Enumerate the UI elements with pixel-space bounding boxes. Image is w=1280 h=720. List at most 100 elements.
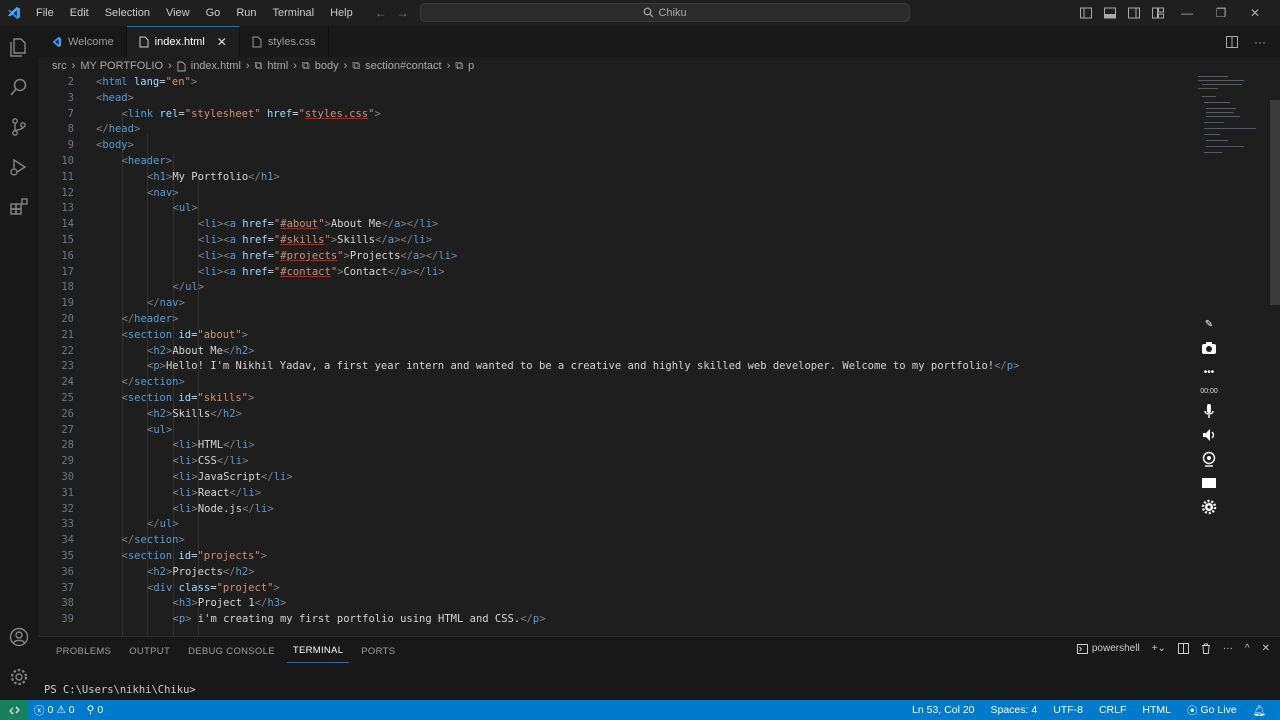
code-line[interactable]: 38 <h3>Project 1</h3>	[38, 595, 1188, 611]
code-line[interactable]: 31 <li>React</li>	[38, 485, 1188, 501]
minimize-icon[interactable]: —	[1176, 6, 1198, 20]
code-line[interactable]: 26 <h2>Skills</h2>	[38, 406, 1188, 422]
breadcrumb-item[interactable]: section#contact	[365, 60, 441, 72]
code-line[interactable]: 3 <head>	[38, 90, 1188, 106]
close-window-icon[interactable]: ✕	[1244, 6, 1266, 20]
menu-item-edit[interactable]: Edit	[62, 7, 97, 19]
more-actions-icon[interactable]: ···	[1254, 35, 1266, 49]
pen-icon[interactable]: ✎	[1200, 316, 1218, 332]
speaker-icon[interactable]	[1200, 427, 1218, 443]
line-ending[interactable]: CRLF	[1093, 703, 1132, 718]
close-panel-icon[interactable]: ✕	[1262, 643, 1270, 654]
code-line[interactable]: 27 <ul>	[38, 422, 1188, 438]
breadcrumb-item[interactable]: html	[267, 60, 288, 72]
code-line[interactable]: 28 <li>HTML</li>	[38, 437, 1188, 453]
panel-tab-ports[interactable]: PORTS	[355, 640, 401, 663]
tab-welcome[interactable]: Welcome	[38, 26, 127, 57]
code-line[interactable]: 24 </section>	[38, 374, 1188, 390]
search-sidebar-icon[interactable]	[8, 76, 30, 98]
menu-item-run[interactable]: Run	[228, 7, 264, 19]
restore-icon[interactable]: ❐	[1210, 6, 1232, 20]
tab-styles-css[interactable]: styles.css	[240, 26, 329, 57]
code-line[interactable]: 14 <li><a href="#about">About Me</a></li>	[38, 216, 1188, 232]
code-line[interactable]: 29 <li>CSS</li>	[38, 453, 1188, 469]
panel-tab-debug-console[interactable]: DEBUG CONSOLE	[182, 640, 281, 663]
editor-scrollbar[interactable]	[1270, 100, 1280, 305]
menu-item-view[interactable]: View	[158, 7, 198, 19]
split-editor-icon[interactable]	[1226, 35, 1238, 48]
code-line[interactable]: 25 <section id="skills">	[38, 390, 1188, 406]
panel-tab-output[interactable]: OUTPUT	[123, 640, 176, 663]
toggle-panel-icon[interactable]	[1104, 7, 1116, 19]
panel-tab-terminal[interactable]: TERMINAL	[286, 639, 350, 663]
go-live-button[interactable]: ⦿ Go Live	[1181, 703, 1243, 718]
screen-icon[interactable]	[1200, 475, 1218, 491]
command-center[interactable]: Chiku	[420, 3, 910, 22]
minimap[interactable]	[1196, 74, 1256, 164]
notifications-icon[interactable]: 🔔︎	[1247, 703, 1272, 718]
breadcrumb-item[interactable]: MY PORTFOLIO	[80, 60, 163, 72]
code-line[interactable]: 30 <li>JavaScript</li>	[38, 469, 1188, 485]
split-terminal-icon[interactable]	[1177, 643, 1189, 654]
code-line[interactable]: 12 <nav>	[38, 185, 1188, 201]
toggle-secondary-sidebar-icon[interactable]	[1128, 7, 1140, 19]
code-line[interactable]: 23 <p>Hello! I'm Nikhil Yadav, a first ye…	[38, 358, 1188, 374]
code-line[interactable]: 22 <h2>About Me</h2>	[38, 343, 1188, 359]
code-line[interactable]: 33 </ul>	[38, 516, 1188, 532]
code-line[interactable]: 10 <header>	[38, 153, 1188, 169]
language-mode[interactable]: HTML	[1136, 703, 1177, 718]
code-line[interactable]: 16 <li><a href="#projects">Projects</a></…	[38, 248, 1188, 264]
menu-item-terminal[interactable]: Terminal	[265, 7, 323, 19]
code-line[interactable]: 32 <li>Node.js</li>	[38, 501, 1188, 517]
cursor-position[interactable]: Ln 53, Col 20	[906, 703, 980, 718]
breadcrumb-item[interactable]: src	[52, 60, 67, 72]
code-line[interactable]: 11 <h1>My Portfolio</h1>	[38, 169, 1188, 185]
trash-icon[interactable]	[1201, 643, 1211, 654]
more-actions-icon[interactable]: ···	[1223, 643, 1233, 654]
customize-layout-icon[interactable]	[1152, 7, 1164, 19]
close-tab-icon[interactable]: ✕	[217, 35, 227, 49]
code-line[interactable]: 9 <body>	[38, 137, 1188, 153]
code-line[interactable]: 19 </nav>	[38, 295, 1188, 311]
breadcrumb-item[interactable]: body	[315, 60, 339, 72]
menu-item-selection[interactable]: Selection	[97, 7, 158, 19]
remote-icon[interactable]	[0, 700, 28, 720]
panel-tab-problems[interactable]: PROBLEMS	[50, 640, 117, 663]
camera-icon[interactable]	[1200, 340, 1218, 356]
code-line[interactable]: 37 <div class="project">	[38, 580, 1188, 596]
code-line[interactable]: 8 </head>	[38, 121, 1188, 137]
terminal-prompt[interactable]: PS C:\Users\nikhi\Chiku>	[44, 684, 196, 696]
code-line[interactable]: 18 </ul>	[38, 279, 1188, 295]
microphone-icon[interactable]	[1200, 403, 1218, 419]
code-line[interactable]: 39 <p> i'm creating my first portfolio us…	[38, 611, 1188, 627]
ports-status[interactable]: ⚲ 0	[81, 704, 110, 716]
webcam-icon[interactable]	[1200, 451, 1218, 467]
settings-gear-icon[interactable]	[1200, 499, 1218, 515]
nav-arrows[interactable]: ←→	[375, 6, 419, 20]
account-icon[interactable]	[8, 626, 30, 648]
extensions-icon[interactable]	[8, 196, 30, 218]
code-line[interactable]: 7 <link rel="stylesheet" href="styles.css…	[38, 106, 1188, 122]
indentation[interactable]: Spaces: 4	[985, 703, 1044, 718]
tab-index-html[interactable]: index.html ✕	[126, 26, 240, 57]
breadcrumb-item[interactable]: p	[468, 60, 474, 72]
toggle-sidebar-icon[interactable]	[1080, 7, 1092, 19]
code-editor[interactable]: 2 <html lang="en"> 3 <head> 7 <link rel="styl…	[38, 74, 1270, 636]
code-line[interactable]: 21 <section id="about">	[38, 327, 1188, 343]
breadcrumb-item[interactable]: index.html	[191, 60, 241, 72]
maximize-panel-icon[interactable]: ^	[1245, 643, 1250, 654]
terminal-shell[interactable]: powershell	[1076, 643, 1140, 654]
code-line[interactable]: 34 </section>	[38, 532, 1188, 548]
problems-status[interactable]: ⓧ 0 ⚠ 0	[28, 703, 81, 718]
source-control-icon[interactable]	[8, 116, 30, 138]
code-line[interactable]: 13 <ul>	[38, 200, 1188, 216]
new-terminal-icon[interactable]: +⌄	[1152, 643, 1166, 654]
code-line[interactable]: 2 <html lang="en">	[38, 74, 1188, 90]
menu-item-go[interactable]: Go	[198, 7, 229, 19]
menu-item-file[interactable]: File	[28, 7, 62, 19]
menu-item-help[interactable]: Help	[322, 7, 361, 19]
code-line[interactable]: 35 <section id="projects">	[38, 548, 1188, 564]
code-line[interactable]: 20 </header>	[38, 311, 1188, 327]
manage-gear-icon[interactable]	[8, 666, 30, 688]
encoding[interactable]: UTF-8	[1047, 703, 1089, 718]
